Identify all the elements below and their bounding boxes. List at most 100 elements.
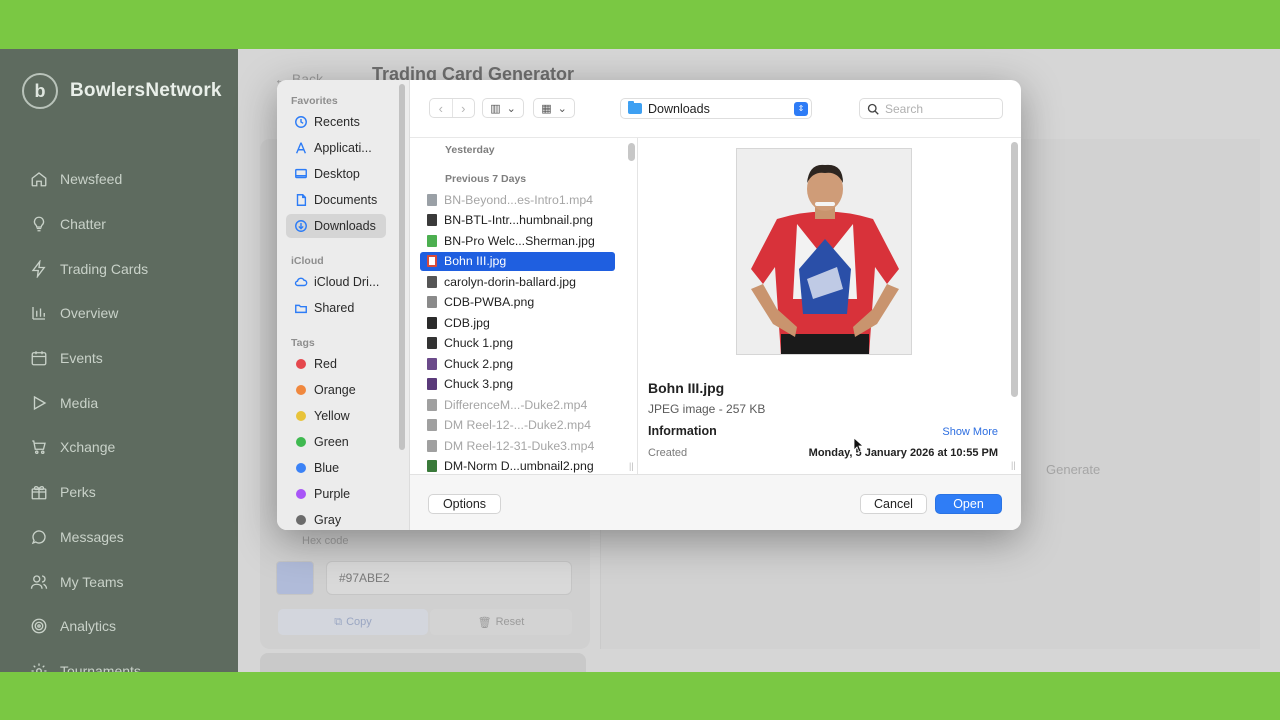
file-thumbnail-icon (427, 419, 437, 431)
forward-arrow-icon[interactable]: › (453, 99, 475, 117)
back-arrow-icon[interactable]: ‹ (430, 99, 453, 117)
preview-resize-grip-icon[interactable]: || (1011, 460, 1016, 470)
tag-green[interactable]: Green (286, 430, 386, 454)
file-row[interactable]: BN-Pro Welc...Sherman.jpg (420, 231, 615, 250)
sidebar-item-xchange[interactable]: Xchange (0, 425, 238, 470)
cancel-button[interactable]: Cancel (860, 494, 927, 514)
file-name: DM-Norm D...umbnail2.png (444, 459, 594, 473)
file-row[interactable]: BN-Beyond...es-Intro1.mp4 (420, 190, 615, 209)
file-row[interactable]: DM-Norm D...umbnail2.png (420, 457, 615, 475)
sidebar-item-label: Tournaments (60, 662, 141, 672)
file-row[interactable]: carolyn-dorin-ballard.jpg (420, 272, 615, 291)
bolt-icon (30, 259, 48, 278)
reset-button[interactable]: 🗑 Reset (430, 609, 572, 635)
options-button[interactable]: Options (428, 494, 501, 514)
file-list-scrollbar[interactable] (628, 143, 635, 161)
tag-gray[interactable]: Gray (286, 508, 386, 530)
columns-icon: ▥ (490, 102, 501, 115)
open-button[interactable]: Open (935, 494, 1002, 514)
tag-blue[interactable]: Blue (286, 456, 386, 480)
column-resize-grip-icon[interactable]: || (629, 461, 634, 471)
file-name: carolyn-dorin-ballard.jpg (444, 274, 576, 289)
show-more-link[interactable]: Show More (942, 426, 998, 438)
file-row[interactable]: DM Reel-12-31-Duke3.mp4 (420, 436, 615, 455)
gift-icon (30, 483, 48, 501)
sidebar-item-desktop[interactable]: Desktop (286, 162, 386, 186)
file-thumbnail-icon (427, 316, 437, 329)
sidebar-item-label: Shared (314, 301, 355, 315)
sidebar-item-shared[interactable]: Shared (286, 296, 386, 320)
location-popup[interactable]: Downloads ⇕ (620, 98, 812, 119)
sidebar-item-my-teams[interactable]: My Teams (0, 559, 238, 604)
sidebar-item-recents[interactable]: Recents (286, 110, 386, 134)
sidebar-item-label: iCloud Dri... (314, 275, 380, 289)
sidebar-item-trading-cards[interactable]: Trading Cards (0, 246, 238, 291)
tag-label: Yellow (314, 409, 350, 423)
calendar-icon (30, 349, 48, 367)
file-row[interactable]: Chuck 1.png (420, 334, 615, 353)
group-view-button[interactable]: ▦ ⌄ (533, 98, 575, 118)
file-thumbnail-icon (427, 398, 437, 411)
tag-orange[interactable]: Orange (286, 378, 386, 402)
file-row-selected[interactable]: Bohn III.jpg (420, 251, 615, 271)
sidebar-item-analytics[interactable]: Analytics (0, 604, 238, 649)
file-row[interactable]: CDB-PWBA.png (420, 293, 615, 312)
sidebar-item-label: Desktop (314, 167, 360, 181)
sidebar-item-perks[interactable]: Perks (0, 470, 238, 515)
created-label: Created (648, 447, 688, 459)
file-row[interactable]: CDB.jpg (420, 313, 615, 332)
green-dot-icon (296, 437, 306, 447)
chevron-down-icon: ⌄ (506, 102, 516, 115)
hex-code-input[interactable]: #97ABE2 (326, 561, 572, 595)
dialog-footer: Options Cancel Open (410, 474, 1021, 530)
brand[interactable]: b BowlersNetwork (22, 73, 222, 109)
file-preview: Bohn III.jpg JPEG image - 257 KB Informa… (638, 138, 1021, 474)
file-row[interactable]: Chuck 2.png (420, 354, 615, 373)
column-view-button[interactable]: ▥ ⌄ (482, 98, 524, 118)
sidebar-item-messages[interactable]: Messages (0, 515, 238, 560)
search-input[interactable] (885, 101, 995, 116)
hex-code-label: Hex code (302, 535, 349, 547)
copy-button[interactable]: ⧉ Copy (278, 609, 428, 635)
tag-red[interactable]: Red (286, 352, 386, 376)
bottom-action-button[interactable] (260, 653, 586, 672)
up-down-chevron-icon: ⇕ (794, 102, 808, 116)
cart-icon (30, 438, 48, 456)
brand-logo-icon: b (22, 73, 58, 109)
sidebar-item-chatter[interactable]: Chatter (0, 202, 238, 247)
file-name: CDB-PWBA.png (444, 295, 535, 309)
file-row[interactable]: DifferenceM...-Duke2.mp4 (420, 395, 615, 414)
sidebar-item-downloads[interactable]: Downloads (286, 214, 386, 238)
tag-label: Red (314, 357, 337, 371)
file-thumbnail-icon (427, 460, 437, 472)
sidebar-item-media[interactable]: Media (0, 380, 238, 425)
tag-label: Green (314, 435, 349, 449)
app-sidebar: b BowlersNetwork Newsfeed Chatter Tradin… (0, 49, 238, 672)
icloud-label: iCloud (291, 255, 324, 267)
created-value: Monday, 5 January 2026 at 10:55 PM (808, 447, 998, 459)
copy-label: Copy (346, 616, 372, 628)
file-thumbnail-icon (427, 439, 437, 452)
sidebar-item-newsfeed[interactable]: Newsfeed (0, 157, 238, 202)
search-field[interactable] (859, 98, 1003, 119)
sidebar-scrollbar[interactable] (399, 84, 405, 450)
color-swatch[interactable] (276, 561, 314, 595)
sidebar-item-overview[interactable]: Overview (0, 291, 238, 336)
file-row[interactable]: BN-BTL-Intr...humbnail.png (420, 211, 615, 230)
file-row[interactable]: Chuck 3.png (420, 375, 615, 394)
sidebar-nav: Newsfeed Chatter Trading Cards Overview … (0, 157, 238, 672)
sidebar-item-icloud-drive[interactable]: iCloud Dri... (286, 270, 386, 294)
preview-scrollbar[interactable] (1011, 142, 1018, 397)
sidebar-item-label: Overview (60, 305, 119, 322)
file-row[interactable]: DM Reel-12-...-Duke2.mp4 (420, 416, 615, 435)
bar-chart-icon (30, 304, 48, 322)
sidebar-item-tournaments[interactable]: Tournaments (0, 649, 238, 672)
sidebar-item-events[interactable]: Events (0, 336, 238, 381)
tag-purple[interactable]: Purple (286, 482, 386, 506)
sidebar-item-documents[interactable]: Documents (286, 188, 386, 212)
file-name: CDB.jpg (444, 315, 490, 330)
file-thumbnail-icon (427, 255, 437, 267)
sidebar-item-applications[interactable]: Applicati... (286, 136, 386, 160)
tag-yellow[interactable]: Yellow (286, 404, 386, 428)
search-icon (867, 103, 879, 115)
